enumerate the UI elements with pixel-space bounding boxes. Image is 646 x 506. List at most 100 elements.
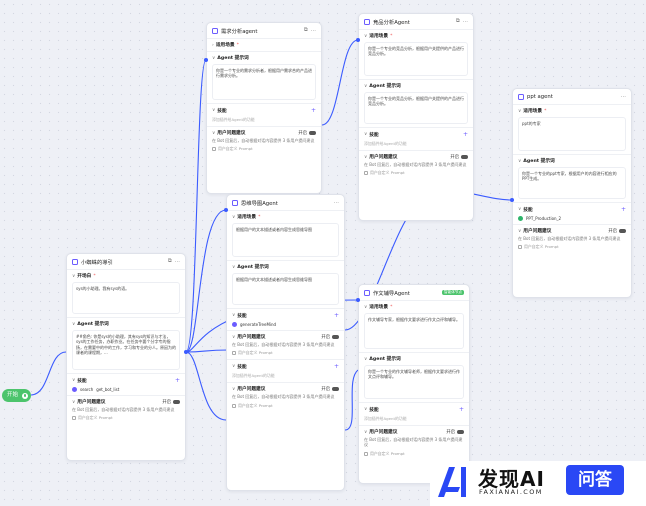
chevron-down-icon[interactable]: ∨ (232, 215, 235, 220)
chevron-down-icon[interactable]: ∨ (364, 305, 367, 310)
add-skill-button[interactable]: + (621, 206, 626, 213)
custom-prompt-checkbox[interactable] (212, 147, 216, 152)
custom-prompt-checkbox[interactable] (364, 171, 368, 176)
chevron-down-icon[interactable]: ∨ (232, 387, 235, 392)
guide-toggle[interactable]: 开启 (321, 334, 339, 340)
prompt-textarea[interactable]: 根据用户的文本描述或者内容生成思维导图 (232, 273, 339, 305)
input-port[interactable] (356, 298, 360, 302)
agent-node-requirement[interactable]: 需求分析agent ⧉ ··· › 适用场景 * ∨ Agent 提示词 你是一个专业… (206, 22, 322, 194)
status-badge: 智能体节点 (442, 290, 464, 295)
opening-textarea[interactable]: 你是一个专业的竞品分析，根据用户关提供的产品进行竞品分析。 (364, 42, 468, 76)
custom-prompt-checkbox[interactable] (364, 451, 368, 456)
more-icon[interactable]: ··· (621, 94, 626, 100)
custom-prompt-checkbox[interactable] (518, 245, 522, 250)
agent-node-essay[interactable]: 作文辅导Agent 智能体节点 ∨ 适用场景 * 作文辅导专家，根据作文要求进行作文… (358, 284, 470, 484)
guide-toggle[interactable]: 开启 (321, 386, 339, 392)
guide-text: 在 Bot 回复后，自动根据对话内容提供 3 条用户提问建议 (518, 236, 621, 241)
chevron-down-icon[interactable]: ∨ (518, 229, 521, 234)
opening-label: 适用场景 (237, 215, 257, 220)
more-icon[interactable]: ··· (463, 19, 468, 25)
skills-label: 技能 (237, 364, 247, 370)
chevron-down-icon[interactable]: ∨ (364, 407, 367, 412)
chevron-down-icon[interactable]: ∨ (72, 400, 75, 405)
more-icon[interactable]: ··· (311, 28, 316, 34)
chevron-down-icon[interactable]: ∨ (364, 357, 367, 362)
input-port[interactable] (356, 38, 360, 42)
agent-node-mindmap[interactable]: 思维导图Agent ··· ∨ 适用场景 * 根据用户的文本描述或者内容生成思维导图… (226, 194, 345, 491)
chevron-down-icon[interactable]: ∨ (232, 335, 235, 340)
agent-icon (232, 199, 238, 206)
skills-label: 技能 (523, 207, 533, 213)
input-port[interactable] (224, 208, 228, 212)
copy-icon[interactable]: ⧉ (168, 258, 172, 265)
chevron-down-icon[interactable]: ∨ (212, 131, 215, 136)
start-label: 开始 (7, 392, 19, 398)
opening-textarea[interactable]: sys的小助理。我有sys的语。 (72, 282, 180, 314)
skills-hint: 添加插件给Agent的功能 (364, 416, 407, 421)
custom-prompt-checkbox[interactable] (72, 416, 76, 421)
add-skill-button[interactable]: + (463, 131, 468, 138)
prompt-textarea[interactable]: 你是一个专业的作文辅导老师，根据作文要求进行作文点评和辅导。 (364, 365, 464, 399)
guide-label: 用户问题建议 (369, 430, 398, 435)
node-title: 作文辅导Agent (373, 290, 410, 297)
custom-prompt-checkbox[interactable] (232, 351, 236, 356)
add-skill-button[interactable]: + (175, 377, 180, 384)
custom-prompt-label: 用户自定义 Prompt (370, 450, 405, 456)
chevron-down-icon[interactable]: ∨ (72, 322, 75, 327)
chevron-down-icon[interactable]: ∨ (364, 34, 367, 39)
skills-label: 技能 (77, 378, 87, 384)
chevron-down-icon[interactable]: ∨ (212, 56, 215, 61)
input-port[interactable] (204, 58, 208, 62)
chevron-down-icon[interactable]: ∨ (364, 430, 367, 435)
chevron-down-icon[interactable]: ∨ (212, 108, 215, 113)
skill-item[interactable]: PPT_Production_2 (526, 216, 561, 221)
add-skill-button[interactable]: + (311, 107, 316, 114)
guide-toggle[interactable]: 开启 (446, 429, 464, 435)
prompt-textarea[interactable]: ##角色: 你是sys的小助理，其有sys的知识与才法，sys的工作任务，办职作… (72, 330, 180, 370)
guide-toggle[interactable]: 开启 (162, 399, 180, 405)
agent-node-guide[interactable]: 小蜘蛛的導引 ⧉ ··· ∨ 开场白 * sys的小助理。我有sys的语。 ∨ Age… (66, 253, 186, 461)
chevron-down-icon[interactable]: ∨ (518, 207, 521, 212)
start-port-icon[interactable] (22, 392, 28, 399)
opening-textarea[interactable]: ppt的专家 (518, 117, 626, 151)
skill-item[interactable]: generateTreeMind (240, 322, 276, 327)
chevron-down-icon[interactable]: ∨ (232, 364, 235, 369)
prompt-textarea[interactable]: 你是一个专业的需求分析者，根据用户需求合的产品进行需求分析。 (212, 64, 316, 100)
copy-icon[interactable]: ⧉ (456, 18, 460, 25)
skill-item[interactable]: get_bot_list (96, 387, 119, 392)
opening-textarea[interactable]: 作文辅导专家，根据作文要求进行作文点评和辅导。 (364, 313, 464, 349)
add-skill-button[interactable]: + (334, 363, 339, 370)
chevron-right-icon[interactable]: › (212, 43, 214, 48)
output-port[interactable] (184, 350, 188, 354)
chevron-down-icon[interactable]: ∨ (518, 159, 521, 164)
skill-item[interactable]: search (80, 387, 93, 392)
opening-label: 开场白 (77, 274, 92, 279)
chevron-down-icon[interactable]: ∨ (232, 313, 235, 318)
brand-logo-icon (438, 467, 466, 497)
prompt-textarea[interactable]: 你是一个专业的ppt专家，根据用户的内容进行相应的PPT生成。 (518, 167, 626, 199)
add-skill-button[interactable]: + (459, 406, 464, 413)
chevron-down-icon[interactable]: ∨ (364, 84, 367, 89)
custom-prompt-label: 用户自定义 Prompt (218, 146, 253, 152)
chevron-down-icon[interactable]: ∨ (72, 274, 75, 279)
guide-toggle[interactable]: 开启 (608, 228, 626, 234)
more-icon[interactable]: ··· (175, 259, 180, 265)
input-port[interactable] (510, 198, 514, 202)
chevron-down-icon[interactable]: ∨ (72, 378, 75, 383)
chevron-down-icon[interactable]: ∨ (364, 155, 367, 160)
guide-text: 在 Bot 回复后，自动根据对话内容提供 3 条用户提问建议 (232, 394, 335, 400)
copy-icon[interactable]: ⧉ (304, 27, 308, 34)
start-node[interactable]: 开始 (2, 389, 31, 402)
agent-node-competitor[interactable]: 竞品分析Agent ⧉ ··· ∨ 适用场景 * 你是一个专业的竞品分析，根据用户关… (358, 13, 474, 221)
custom-prompt-checkbox[interactable] (232, 403, 236, 408)
chevron-down-icon[interactable]: ∨ (232, 265, 235, 270)
guide-toggle[interactable]: 开启 (298, 130, 316, 136)
guide-toggle[interactable]: 开启 (450, 154, 468, 160)
chevron-down-icon[interactable]: ∨ (364, 132, 367, 137)
agent-node-ppt[interactable]: ppt agent ··· ∨ 适用场景 * ppt的专家 ∨ Agent 提示词 你… (512, 88, 632, 298)
add-skill-button[interactable]: + (334, 312, 339, 319)
more-icon[interactable]: ··· (334, 200, 339, 206)
opening-textarea[interactable]: 根据用户的文本描述或者内容生成思维导图 (232, 223, 339, 257)
chevron-down-icon[interactable]: ∨ (518, 109, 521, 114)
prompt-textarea[interactable]: 你是一个专业的竞品分析，根据用户关提供的产品进行竞品分析。 (364, 92, 468, 124)
